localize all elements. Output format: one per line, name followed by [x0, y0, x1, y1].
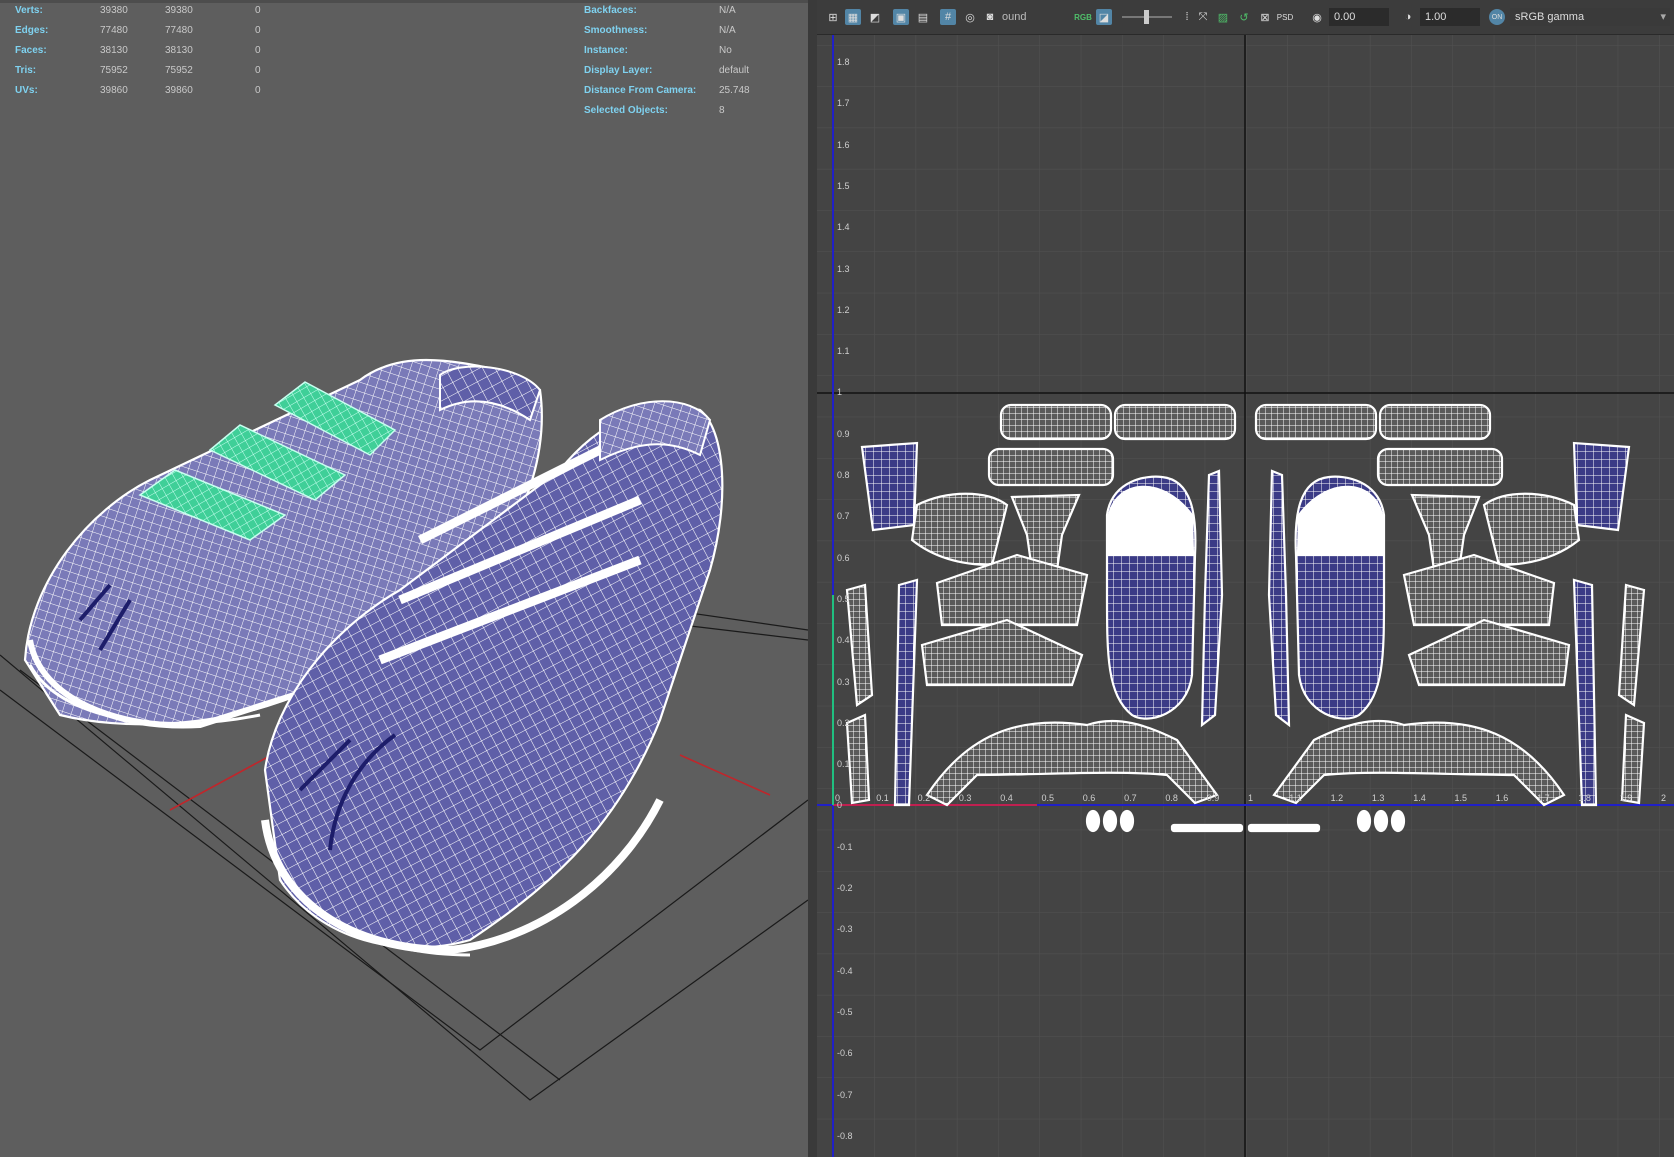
v-tick-label: -0.5: [837, 1006, 853, 1017]
uv-shell: [1378, 403, 1492, 441]
v-tick-label: 1.4: [837, 222, 850, 233]
uv-shell: [1085, 809, 1101, 833]
v-tick-label: 0.7: [837, 511, 850, 522]
crosshatch-icon[interactable]: ⊠: [1257, 9, 1273, 25]
u-tick-label: 1.8: [1578, 793, 1591, 803]
u-tick-label: 1.7: [1537, 793, 1550, 803]
v-tick-label: -0.6: [837, 1048, 853, 1059]
u-tick-label: 1: [1248, 793, 1254, 803]
u-tick-label: 2: [1661, 793, 1667, 803]
uv-shell: [987, 447, 1115, 487]
u-tick-label: 0.4: [1000, 793, 1013, 803]
uv-texture-icon[interactable]: ▨: [1215, 9, 1231, 25]
checker-icon[interactable]: ▦: [845, 9, 861, 25]
v-tick-label: 0.4: [837, 635, 850, 646]
u-tick-label: 0.9: [1206, 793, 1220, 803]
v-tick-label: 0.5: [837, 593, 850, 604]
u-tick-label: 1.9: [1619, 793, 1633, 803]
u-tick-label: 0.3: [958, 793, 972, 803]
uv-toolbar: ⊞ ▦ ◩ ▣ ▤ # ◎ ◙ ound RGB ◪ ⁞ ⤧ ▨ ↺ ⊠ PSD…: [817, 0, 1674, 35]
uv-editor-panel[interactable]: ⊞ ▦ ◩ ▣ ▤ # ◎ ◙ ound RGB ◪ ⁞ ⤧ ▨ ↺ ⊠ PSD…: [817, 0, 1674, 1157]
colorspace-dropdown[interactable]: sRGB gamma ▾: [1510, 8, 1670, 26]
v-tick-label: 1.3: [837, 263, 850, 274]
u-tick-label: 1.3: [1371, 793, 1385, 803]
uv-shell: [1247, 823, 1321, 833]
panel-divider[interactable]: [808, 0, 817, 1157]
v-tick-label: 0.6: [837, 552, 850, 563]
v-tick-label: 1.8: [837, 57, 850, 67]
v-tick-label: -0.4: [837, 965, 853, 976]
v-tick-label: 0.3: [837, 676, 850, 687]
grid-icon[interactable]: #: [940, 9, 956, 25]
u-tick-label: 0.2: [917, 793, 931, 803]
uv-shell: [1113, 403, 1237, 441]
perspective-viewport[interactable]: Verts: 39380 39380 0 Edges: 77480 77480 …: [0, 0, 808, 1157]
uv-shell: [860, 441, 919, 532]
u-tick-label: 0.6: [1082, 793, 1096, 803]
texture-borders-icon[interactable]: ▣: [893, 9, 909, 25]
uv-shell: [1373, 809, 1389, 833]
uv-shell: [1119, 809, 1135, 833]
v-tick-label: 0.8: [837, 470, 850, 480]
v-tick-label: 1.7: [837, 98, 850, 109]
v-tick-label: 0.9: [837, 428, 850, 439]
uv-shell: [1254, 403, 1378, 441]
uv-shell: [999, 403, 1113, 441]
uv-shell: [845, 713, 871, 805]
slider-handle[interactable]: [1144, 10, 1149, 24]
uv-shell: [1356, 809, 1372, 833]
brightness-slider[interactable]: [1122, 10, 1172, 24]
u-tick-label: 1.4: [1413, 793, 1426, 803]
uv-shell: [1620, 713, 1646, 805]
u-tick-label: 0.1: [876, 793, 889, 803]
v-tick-label: 1.1: [837, 346, 850, 357]
v-tick-label: 1.5: [837, 180, 850, 191]
u-tick-label: 0: [835, 793, 841, 803]
exposure-icon[interactable]: ◉: [1309, 9, 1325, 25]
u-tick-label: 1.6: [1495, 793, 1509, 803]
exposure-field[interactable]: 0.00: [1329, 8, 1389, 26]
rgb-channel-button[interactable]: RGB: [1074, 9, 1092, 25]
v-tick-label: -0.7: [837, 1089, 853, 1100]
gamma-field[interactable]: 1.00: [1420, 8, 1480, 26]
scene-render: [0, 358, 808, 1101]
separator-icon: ⁞: [1185, 11, 1189, 23]
v-tick-label: 1.6: [837, 139, 850, 150]
v-tick-label: 0.2: [837, 717, 850, 728]
chevron-down-icon: ▾: [1660, 11, 1666, 23]
v-tick-label: -0.2: [837, 883, 853, 893]
image-name: ound: [1002, 11, 1027, 23]
shaded-uv-icon[interactable]: ◩: [867, 9, 883, 25]
v-tick-label: -0.8: [837, 1130, 853, 1141]
gamma-icon[interactable]: ◑: [1400, 9, 1416, 25]
uv-grid-toggle-icon[interactable]: ⊞: [825, 9, 841, 25]
uv-grid-svg: [817, 35, 1674, 1157]
uv-canvas[interactable]: 1.8 1.7 1.6 1.5 1.4 1.3 1.2 1.1 1 0.9 0.8 0.7 0.6 0.5…: [817, 35, 1674, 1157]
v-tick-label: -0.1: [837, 841, 853, 852]
image-icon[interactable]: ◙: [982, 9, 998, 25]
v-tick-label: -0.3: [837, 924, 853, 935]
colorspace-label: sRGB gamma: [1515, 11, 1585, 23]
uv-shell: [1390, 809, 1406, 833]
u-tick-label: 0.7: [1124, 793, 1137, 803]
uv-shell: [1102, 809, 1118, 833]
pixel-snap-icon[interactable]: ◎: [962, 9, 978, 25]
u-tick-label: 1.5: [1454, 793, 1468, 803]
u-tick-label: 1.1: [1289, 793, 1302, 803]
alpha-channel-icon[interactable]: ◪: [1096, 9, 1112, 25]
u-tick-label: 0.5: [1041, 793, 1055, 803]
uv-shell: [1170, 823, 1244, 833]
v-tick-label: 0.1: [837, 759, 850, 770]
u-tick-label: 1.2: [1330, 793, 1344, 803]
uv-shell: [1376, 447, 1504, 487]
uv-shell: [1572, 441, 1631, 532]
distortion-icon[interactable]: ▤: [915, 9, 931, 25]
snapshot-icon[interactable]: ⤧: [1195, 9, 1211, 25]
v-tick-label: 1.2: [837, 304, 850, 315]
u-tick-label: 0.8: [1165, 793, 1178, 803]
v-tick-label: 1: [837, 387, 843, 398]
color-management-toggle[interactable]: ON: [1489, 9, 1505, 25]
psd-button[interactable]: PSD: [1277, 9, 1293, 25]
curve-icon[interactable]: ↺: [1236, 9, 1252, 25]
